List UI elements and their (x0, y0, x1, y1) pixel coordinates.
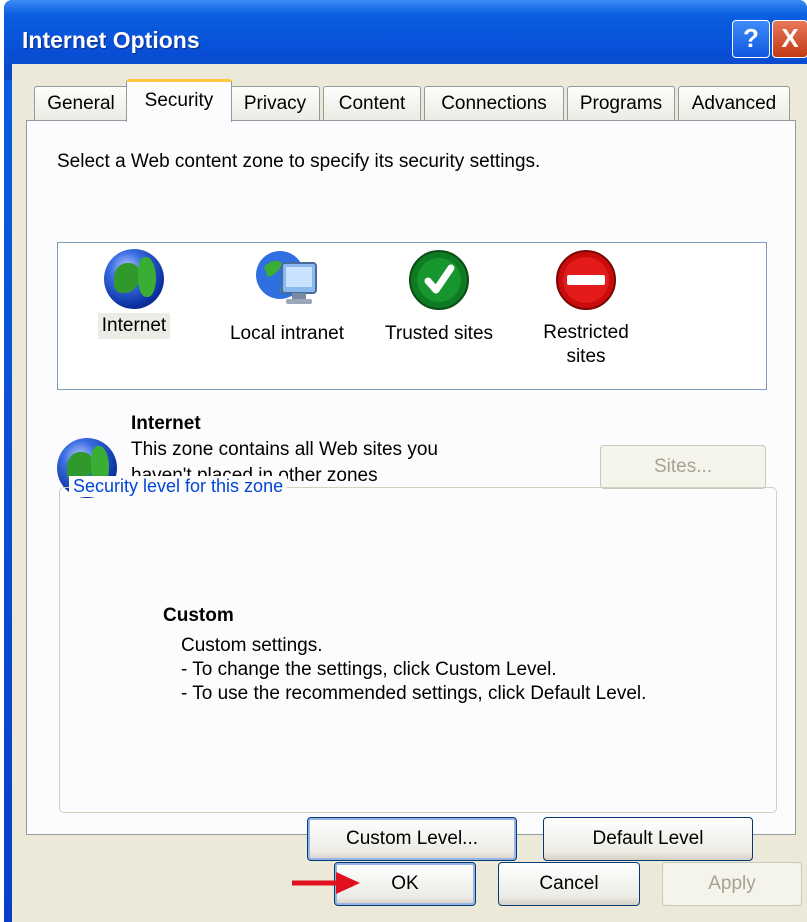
window-title: Internet Options (22, 27, 200, 53)
tab-general[interactable]: General (34, 86, 128, 120)
globe-icon (104, 249, 164, 309)
close-button[interactable]: X (772, 20, 807, 58)
sites-button[interactable]: Sites... (600, 445, 766, 489)
tab-content[interactable]: Content (323, 86, 421, 120)
selected-zone-name: Internet (131, 413, 201, 434)
tab-advanced[interactable]: Advanced (678, 86, 790, 120)
zone-label-restricted-line1: Restricted (543, 322, 629, 343)
security-level-line1: Custom settings. (181, 635, 323, 656)
default-level-button[interactable]: Default Level (543, 817, 753, 861)
no-entry-icon (556, 250, 616, 310)
close-icon: X (781, 23, 799, 53)
security-level-group (59, 487, 777, 813)
security-level-name: Custom (163, 605, 234, 626)
zone-label-trusted-sites: Trusted sites (384, 323, 494, 344)
help-icon: ? (743, 23, 759, 53)
zone-list[interactable]: Internet Local intranet Trusted sites Re… (57, 242, 767, 390)
dialog-client-area: General Security Privacy Content Connect… (12, 64, 807, 922)
tab-privacy[interactable]: Privacy (230, 86, 320, 120)
zone-item-trusted-sites[interactable]: Trusted sites (374, 249, 504, 347)
red-arrow-annotation (292, 872, 360, 894)
cancel-button[interactable]: Cancel (498, 862, 640, 906)
apply-button[interactable]: Apply (662, 862, 802, 906)
checkmark-icon (409, 250, 469, 310)
zone-label-internet: Internet (97, 313, 171, 339)
custom-level-button[interactable]: Custom Level... (307, 817, 517, 861)
zone-label-restricted-line2: sites (566, 346, 606, 367)
security-level-caption: Security level for this zone (69, 476, 288, 497)
security-tab-panel: Select a Web content zone to specify its… (26, 120, 796, 861)
tab-connections[interactable]: Connections (424, 86, 564, 120)
tab-security[interactable]: Security (126, 79, 232, 122)
tab-programs[interactable]: Programs (567, 86, 675, 120)
internet-options-window: Internet Options ? X General Security Pr… (4, 0, 807, 922)
help-button[interactable]: ? (732, 20, 770, 58)
zone-label-local-intranet: Local intranet (229, 323, 345, 344)
intranet-icon (256, 251, 317, 304)
zone-item-internet[interactable]: Internet (84, 249, 184, 339)
selected-zone-desc-line1: This zone contains all Web sites you (131, 439, 438, 460)
zone-item-restricted-sites[interactable]: Restricted sites (526, 249, 646, 369)
zone-instruction: Select a Web content zone to specify its… (57, 151, 541, 172)
security-level-line2: - To change the settings, click Custom L… (181, 659, 557, 680)
security-level-line3: - To use the recommended settings, click… (181, 683, 647, 704)
zone-item-local-intranet[interactable]: Local intranet (212, 249, 362, 347)
